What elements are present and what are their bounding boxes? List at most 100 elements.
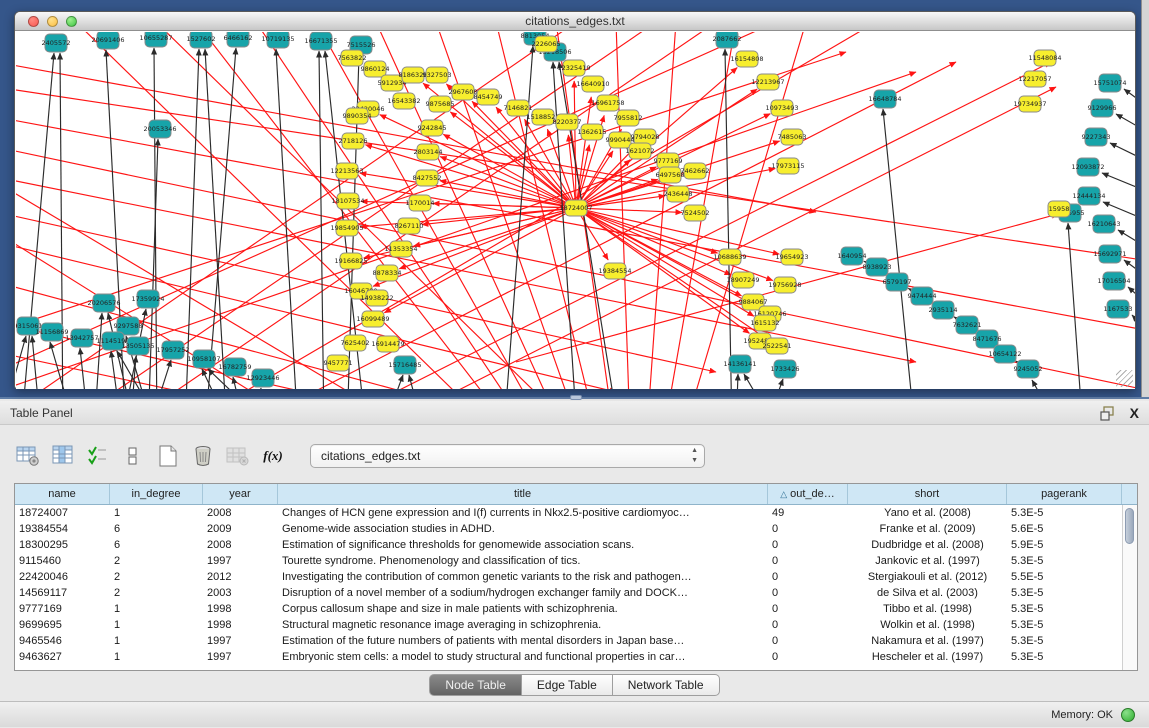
- network-node[interactable]: 1733426: [771, 360, 800, 378]
- network-node[interactable]: 2436448: [664, 186, 693, 202]
- network-node[interactable]: 12213563: [330, 163, 363, 179]
- network-node[interactable]: 17973115: [771, 158, 804, 174]
- network-node[interactable]: 6466162: [224, 32, 253, 47]
- network-node[interactable]: 9457771: [324, 355, 353, 371]
- minimize-window-button[interactable]: [47, 16, 58, 27]
- network-canvas[interactable]: 2405572 20691406 10655287 1527602 6466162 107…: [16, 32, 1135, 389]
- network-node[interactable]: 2522541: [763, 338, 792, 354]
- network-node[interactable]: 16961758: [591, 95, 624, 111]
- network-node[interactable]: 7524502: [681, 205, 710, 221]
- column-header-out_de[interactable]: △out_de…: [768, 484, 848, 504]
- network-node[interactable]: 1621072: [626, 143, 655, 159]
- network-node[interactable]: 12923446: [246, 369, 279, 387]
- network-node[interactable]: 18107534: [331, 193, 364, 209]
- network-node[interactable]: 16671355: [304, 32, 337, 50]
- network-node[interactable]: 9227343: [1082, 128, 1111, 146]
- network-node[interactable]: 20053346: [143, 120, 176, 138]
- network-node[interactable]: 8938923: [863, 258, 892, 276]
- table-row[interactable]: 977716911998Corpus callosum shape and si…: [15, 601, 1122, 617]
- network-node[interactable]: 2087662: [713, 32, 742, 48]
- panel-splitter-handle[interactable]: [570, 395, 582, 400]
- window-resize-grip[interactable]: [1116, 370, 1133, 387]
- network-node[interactable]: 15751074: [1093, 74, 1126, 92]
- network-node[interactable]: 10655287: [139, 32, 172, 47]
- network-node[interactable]: 19854905: [330, 220, 363, 236]
- network-node[interactable]: 2718126: [339, 133, 368, 149]
- network-node[interactable]: 8427552: [413, 170, 442, 186]
- table-row[interactable]: 946554611997Estimation of the future num…: [15, 633, 1122, 649]
- network-node[interactable]: 20691406: [91, 32, 124, 49]
- select-all-columns-button[interactable]: [86, 444, 110, 468]
- network-node[interactable]: 16543382: [387, 93, 420, 109]
- tab-network-table[interactable]: Network Table: [613, 674, 720, 696]
- network-node[interactable]: 12444134: [1072, 187, 1105, 205]
- table-options-button[interactable]: [16, 444, 40, 468]
- table-row[interactable]: 1456911722003Disruption of a novel membe…: [15, 585, 1122, 601]
- network-node[interactable]: 15692971: [1093, 245, 1126, 263]
- network-node[interactable]: 7485063: [778, 129, 807, 145]
- network-node[interactable]: 9129966: [1088, 99, 1117, 117]
- network-node[interactable]: 6579197: [883, 273, 912, 291]
- network-node[interactable]: 16210643: [1087, 215, 1120, 233]
- network-node[interactable]: 1167533: [1104, 300, 1133, 318]
- network-node[interactable]: 2405572: [42, 34, 71, 52]
- table-row[interactable]: 911546021997Tourette syndrome. Phenomeno…: [15, 553, 1122, 569]
- column-header-pagerank[interactable]: pagerank: [1007, 484, 1122, 504]
- network-node[interactable]: 9245052: [1014, 360, 1043, 378]
- delete-table-button[interactable]: [226, 444, 250, 468]
- table-row[interactable]: 946362711997Embryonic stem cells: a mode…: [15, 649, 1122, 665]
- table-row[interactable]: 1830029562008Estimation of significance …: [15, 537, 1122, 553]
- network-node[interactable]: 12325419: [557, 60, 590, 76]
- network-node[interactable]: 19384554: [598, 263, 631, 279]
- tab-edge-table[interactable]: Edge Table: [522, 674, 613, 696]
- table-scrollbar[interactable]: [1122, 505, 1137, 670]
- network-node[interactable]: 10958107: [187, 350, 220, 368]
- network-node[interactable]: 9875685: [426, 96, 455, 112]
- network-node[interactable]: 1527602: [187, 32, 216, 48]
- network-node[interactable]: 9890354: [343, 108, 372, 124]
- network-node[interactable]: 15716485: [388, 356, 421, 374]
- network-node[interactable]: 7462662: [681, 163, 710, 179]
- network-node[interactable]: 1170014: [406, 195, 435, 211]
- close-window-button[interactable]: [28, 16, 39, 27]
- network-node[interactable]: 9242845: [418, 120, 447, 136]
- network-node[interactable]: 1362615: [578, 124, 607, 140]
- table-select-dropdown[interactable]: citations_edges.txt ▲▼: [310, 444, 705, 468]
- network-node[interactable]: 10719135: [261, 32, 294, 48]
- network-node[interactable]: 16099489: [356, 311, 389, 327]
- column-header-year[interactable]: year: [203, 484, 278, 504]
- network-node[interactable]: 10973493: [765, 100, 798, 116]
- network-node[interactable]: 7955812: [614, 110, 643, 126]
- network-node[interactable]: 11548084: [1028, 50, 1061, 66]
- network-node[interactable]: 1615132: [751, 315, 780, 331]
- function-builder-button[interactable]: f(x): [261, 444, 285, 468]
- table-scrollbar-thumb[interactable]: [1125, 508, 1134, 544]
- network-node[interactable]: 9327503: [423, 67, 452, 83]
- network-node[interactable]: 12093872: [1071, 158, 1104, 176]
- deselect-all-columns-button[interactable]: [121, 444, 145, 468]
- network-node[interactable]: 8454749: [474, 89, 503, 105]
- network-node[interactable]: 7563822: [338, 50, 367, 66]
- network-node[interactable]: 16640910: [576, 76, 609, 92]
- delete-column-button[interactable]: [191, 444, 215, 468]
- network-node[interactable]: 14136141: [723, 355, 756, 373]
- table-row[interactable]: 2242004622012Investigating the contribut…: [15, 569, 1122, 585]
- table-row[interactable]: 969969511998Structural magnetic resonanc…: [15, 617, 1122, 633]
- network-node[interactable]: 8267110: [395, 218, 424, 234]
- network-node[interactable]: 6497568: [656, 167, 685, 183]
- network-view-window[interactable]: citations_edges.txt 24055722069140610655…: [14, 11, 1136, 389]
- network-node[interactable]: 16154808: [730, 51, 763, 67]
- network-node[interactable]: 12217057: [1018, 71, 1051, 87]
- network-node[interactable]: 19166825: [334, 253, 367, 269]
- network-node[interactable]: 15958: [1048, 201, 1070, 217]
- network-node[interactable]: 19734937: [1013, 96, 1046, 112]
- network-node[interactable]: 7625402: [341, 335, 370, 351]
- network-node[interactable]: 8878334: [373, 265, 402, 281]
- memory-status-led[interactable]: [1121, 708, 1135, 722]
- column-header-name[interactable]: name: [15, 484, 110, 504]
- float-panel-icon[interactable]: [1100, 406, 1116, 421]
- network-node[interactable]: 2935114: [929, 301, 958, 319]
- column-visibility-button[interactable]: [51, 444, 75, 468]
- column-header-title[interactable]: title: [278, 484, 768, 504]
- column-header-short[interactable]: short: [848, 484, 1007, 504]
